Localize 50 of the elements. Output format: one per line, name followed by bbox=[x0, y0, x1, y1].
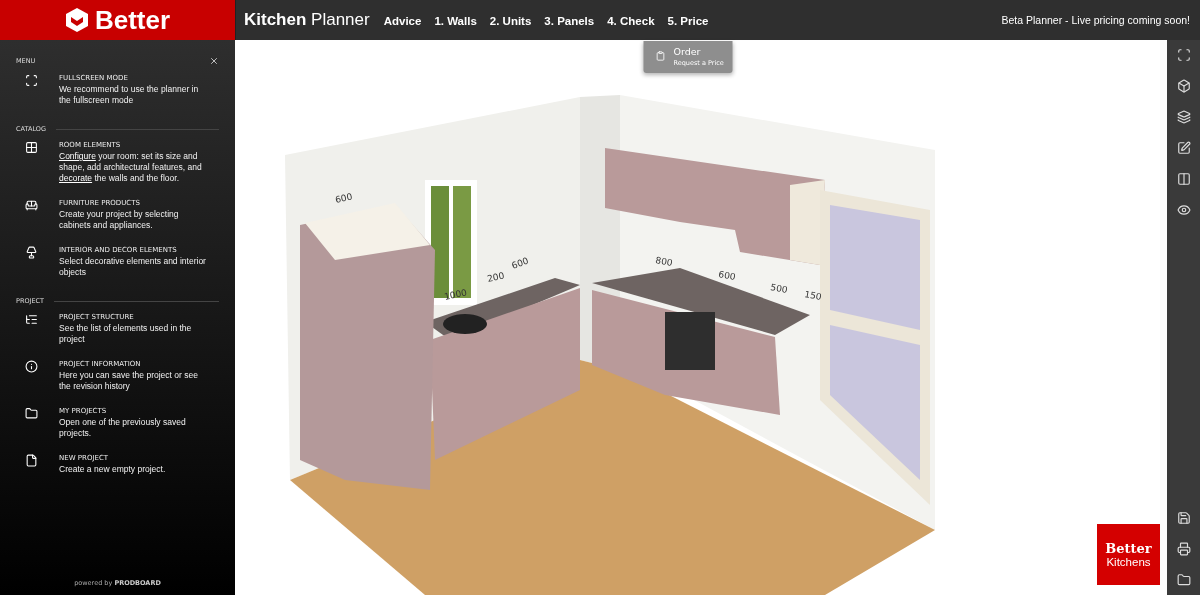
dimension-label: 150 bbox=[803, 289, 823, 302]
clipboard-icon bbox=[655, 51, 666, 61]
menu-item-description: We recommend to use the planner in the fullscreen mode bbox=[59, 84, 200, 106]
close-button[interactable] bbox=[209, 56, 219, 66]
cube-button[interactable] bbox=[1176, 79, 1191, 93]
dimension-label: 600 bbox=[510, 255, 530, 271]
layers-icon bbox=[1176, 110, 1191, 124]
nav-tab[interactable]: 3. Panels bbox=[544, 10, 595, 31]
folder-button[interactable] bbox=[1176, 573, 1191, 587]
menu-item-description: See the list of elements used in the project bbox=[59, 323, 193, 345]
nav-tab[interactable]: 5. Price bbox=[667, 10, 709, 31]
menu-item-description: Select decorative elements and interior objects bbox=[59, 256, 207, 278]
eye-icon bbox=[1176, 203, 1191, 217]
edit-button[interactable] bbox=[1176, 141, 1191, 155]
dimension-label: 500 bbox=[769, 282, 789, 295]
nav-tab[interactable]: 4. Check bbox=[607, 10, 655, 31]
cabinet-icon bbox=[1176, 172, 1191, 186]
layers-button[interactable] bbox=[1176, 110, 1191, 124]
nav-tab[interactable]: 2. Units bbox=[489, 10, 532, 31]
beta-notice: Beta Planner - Live pricing coming soon! bbox=[1001, 14, 1190, 26]
badge-text: Kitchens bbox=[1106, 556, 1151, 568]
dimension-label: 800 bbox=[654, 255, 674, 268]
menu-item-description: Create a new empty project. bbox=[59, 464, 167, 475]
nav-tab[interactable]: Advice bbox=[383, 10, 422, 31]
fullscreen-icon bbox=[1176, 48, 1191, 62]
menu-item-description: Open one of the previously saved projects. bbox=[59, 417, 187, 439]
menu-item-description: Here you can save the project or see the revision history bbox=[59, 370, 199, 392]
nav-tab[interactable]: 1. Walls bbox=[434, 10, 477, 31]
app-title: Kitchen Planner bbox=[244, 10, 370, 30]
badge-text: Better bbox=[1105, 541, 1152, 556]
dimension-label: 1000 bbox=[443, 287, 468, 302]
fullscreen-button[interactable] bbox=[1176, 48, 1191, 62]
dimension-label: 600 bbox=[334, 191, 354, 205]
inline-link[interactable]: Configure bbox=[59, 151, 96, 161]
dimension-label: 600 bbox=[717, 269, 737, 282]
eye-button[interactable] bbox=[1176, 203, 1191, 217]
cube-icon bbox=[1176, 79, 1191, 93]
print-icon bbox=[1176, 542, 1191, 556]
dimension-label: 200 bbox=[486, 270, 506, 284]
cabinet-button[interactable] bbox=[1176, 172, 1191, 186]
logo-icon bbox=[64, 7, 89, 33]
inline-link[interactable]: decorate bbox=[59, 173, 93, 183]
folder-icon bbox=[1176, 573, 1191, 587]
print-button[interactable] bbox=[1176, 542, 1191, 556]
menu-item-description: Create your project by selecting cabinets and appliances. bbox=[59, 209, 180, 231]
save-button[interactable] bbox=[1176, 511, 1191, 525]
edit-icon bbox=[1176, 141, 1191, 155]
save-icon bbox=[1176, 511, 1191, 525]
brand-name: Better bbox=[94, 4, 171, 36]
menu-item-description: Configure your room: set its size and shape, add architectural features, and decorate the walls and the floor. bbox=[59, 151, 203, 184]
